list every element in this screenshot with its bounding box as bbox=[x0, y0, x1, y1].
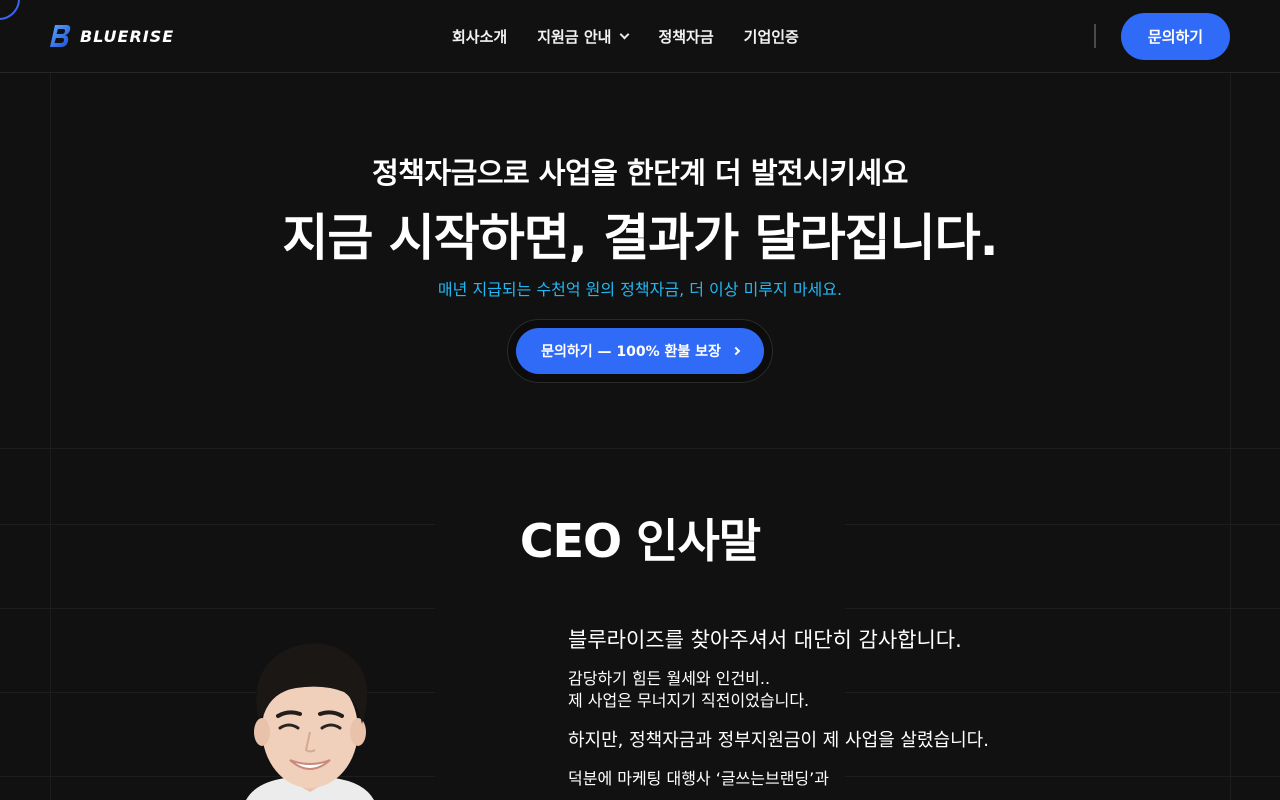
page: BLUERISE 회사소개 지원금 안내 정책자금 기업인증 문의하기 정책자금… bbox=[0, 0, 1280, 800]
brand-name: BLUERISE bbox=[80, 26, 175, 46]
hero-note: 매년 지급되는 수천억 원의 정책자금, 더 이상 미루지 마세요. bbox=[437, 280, 843, 299]
nav-item-label: 회사소개 bbox=[452, 28, 508, 46]
hero-subtitle: 정책자금으로 사업을 한단계 더 발전시키세요 bbox=[372, 156, 908, 190]
ceo-photo-image bbox=[246, 643, 374, 800]
header-contact-button[interactable]: 문의하기 bbox=[1121, 13, 1230, 60]
ceo-lead: 블루라이즈를 찾아주셔서 대단히 감사합니다. bbox=[568, 628, 962, 652]
nav-item-label: 기업인증 bbox=[743, 28, 799, 46]
ceo-emphasis: 하지만, 정책자금과 정부지원금이 제 사업을 살렸습니다. bbox=[568, 730, 989, 751]
hero-title: 지금 시작하면, 결과가 달라집니다. bbox=[282, 209, 998, 267]
nav-item-certification[interactable]: 기업인증 bbox=[744, 26, 799, 47]
site-header: BLUERISE 회사소개 지원금 안내 정책자금 기업인증 문의하기 bbox=[0, 0, 1280, 73]
ceo-body-line: 제 사업은 무너지기 직전이었습니다. bbox=[568, 691, 810, 710]
ceo-body-line: 감당하기 힘든 월세와 인건비.. bbox=[568, 669, 771, 688]
grid-line bbox=[1230, 0, 1231, 800]
nav-item-label: 지원금 안내 bbox=[537, 28, 612, 46]
decorative-arc bbox=[0, 0, 20, 20]
chevron-right-icon bbox=[731, 346, 741, 356]
main-nav: 회사소개 지원금 안내 정책자금 기업인증 bbox=[452, 26, 799, 47]
nav-item-policy-funds[interactable]: 정책자금 bbox=[658, 26, 713, 47]
ceo-message: 블루라이즈를 찾아주셔서 대단히 감사합니다. 감당하기 힘든 월세와 인건비.… bbox=[568, 624, 1188, 800]
nav-item-company[interactable]: 회사소개 bbox=[452, 26, 507, 47]
chevron-down-icon bbox=[619, 29, 630, 40]
ceo-heading: CEO 인사말 bbox=[519, 514, 761, 568]
grid-line bbox=[50, 0, 51, 800]
hero-cta-label: 문의하기 — 100% 환불 보장 bbox=[541, 344, 721, 360]
brand-logo[interactable]: BLUERISE bbox=[50, 24, 174, 48]
ceo-portrait bbox=[226, 632, 394, 800]
bluerise-logo-icon bbox=[50, 25, 71, 47]
hero-contact-button[interactable]: 문의하기 — 100% 환불 보장 bbox=[516, 328, 764, 374]
nav-item-grants[interactable]: 지원금 안내 bbox=[537, 26, 630, 47]
header-divider bbox=[1094, 24, 1096, 48]
ceo-body-line: 덕분에 마케팅 대행사 ‘글쓰는브랜딩’과 bbox=[568, 769, 829, 788]
nav-item-label: 정책자금 bbox=[658, 28, 714, 46]
